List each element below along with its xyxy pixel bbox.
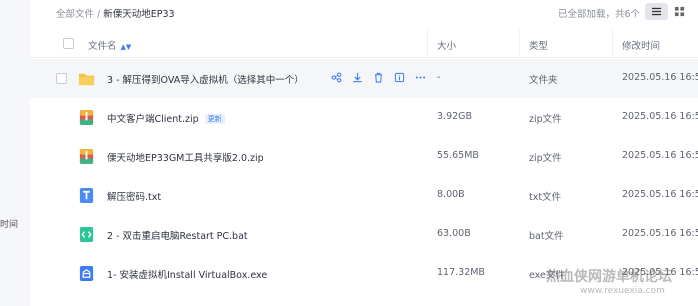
- file-name[interactable]: 解压密码.txt: [107, 189, 161, 203]
- breadcrumb-separator: /: [94, 9, 104, 20]
- view-toggle: [645, 3, 692, 20]
- exe-icon: [79, 265, 94, 282]
- left-sidebar: 时间: [0, 0, 30, 306]
- row-checkbox[interactable]: [56, 73, 67, 84]
- file-modified: 2025.05.16 16:56: [622, 72, 698, 83]
- more-icon: [415, 76, 426, 79]
- more-button[interactable]: [414, 71, 427, 84]
- delete-button[interactable]: [372, 71, 385, 84]
- info-button[interactable]: [393, 71, 406, 84]
- file-size: 63.00B: [437, 228, 471, 239]
- loaded-status: 已全部加载，共6个: [557, 9, 640, 20]
- column-divider: [427, 30, 428, 58]
- file-name[interactable]: 2 - 双击重启电脑Restart PC.bat: [107, 228, 248, 242]
- row-actions: [330, 71, 427, 84]
- file-modified: 2025.05.16 16:50: [622, 189, 698, 200]
- header-modified[interactable]: 修改时间: [622, 38, 660, 52]
- file-size: 8.00B: [437, 189, 465, 200]
- download-button[interactable]: [351, 71, 364, 84]
- download-icon: [353, 72, 362, 83]
- breadcrumb: 全部文件 / 新傈天动地EP33: [56, 6, 175, 20]
- file-name[interactable]: 3 - 解压得到OVA导入虚拟机（选择其中一个）: [107, 72, 304, 86]
- watermark-url: www.rexuexia.com: [580, 286, 665, 296]
- table-row[interactable]: 中文客户端Client.zip 更新 3.92GB zip文件 2025.05.1…: [30, 98, 698, 137]
- table-row[interactable]: 解压密码.txt 8.00B txt文件 2025.05.16 16:50: [30, 176, 698, 215]
- table-row[interactable]: 傈天动地EP33GM工具共享版2.0.zip 55.65MB zip文件 202…: [30, 137, 698, 176]
- file-size: 55.65MB: [437, 150, 479, 161]
- header-name-label: 文件名: [88, 41, 117, 52]
- watermark: 热血侠网游单机论坛: [546, 269, 672, 285]
- select-all-checkbox[interactable]: [63, 38, 74, 49]
- file-modified: 2025.05.16 16:50: [622, 111, 698, 122]
- trash-icon: [374, 72, 383, 83]
- sort-icon[interactable]: ▲▼: [121, 43, 132, 51]
- file-size: 117.32MB: [437, 267, 485, 278]
- file-name[interactable]: 1- 安装虚拟机Install VirtualBox.exe: [107, 267, 267, 281]
- file-size: -: [437, 72, 441, 83]
- table-header: 文件名 ▲▼ 大小 类型 修改时间: [30, 30, 698, 58]
- file-modified: 2025.05.16 16:50: [622, 150, 698, 161]
- sidebar-partial-label: 时间: [0, 220, 19, 230]
- zip-icon: [79, 109, 94, 126]
- column-divider: [612, 30, 613, 58]
- header-size[interactable]: 大小: [437, 38, 456, 52]
- header-name[interactable]: 文件名 ▲▼: [88, 38, 131, 52]
- breadcrumb-root[interactable]: 全部文件: [56, 9, 94, 20]
- update-badge: 更新: [204, 114, 225, 124]
- zip-icon: [79, 148, 94, 165]
- share-button[interactable]: [330, 71, 343, 84]
- grid-view-button[interactable]: [668, 3, 691, 20]
- file-size: 3.92GB: [437, 111, 473, 122]
- table-row[interactable]: 2 - 双击重启电脑Restart PC.bat 63.00B bat文件 20…: [30, 215, 698, 254]
- txt-icon: [79, 187, 94, 204]
- code-file-icon: [79, 226, 94, 243]
- list-icon: [651, 7, 662, 16]
- file-type: bat文件: [529, 231, 564, 242]
- grid-icon: [674, 6, 685, 17]
- file-name-label: 中文客户端Client.zip: [107, 114, 199, 125]
- list-view-button[interactable]: [645, 3, 668, 20]
- breadcrumb-current: 新傈天动地EP33: [103, 9, 175, 20]
- file-type: txt文件: [529, 192, 562, 203]
- file-type: zip文件: [529, 153, 562, 164]
- file-modified: 2025.05.16 16:51: [622, 228, 698, 239]
- info-icon: [394, 72, 405, 83]
- file-type: zip文件: [529, 114, 562, 125]
- table-row[interactable]: 3 - 解压得到OVA导入虚拟机（选择其中一个） - 文件夹 2025.05.1…: [30, 59, 698, 98]
- share-icon: [331, 72, 342, 83]
- header-type[interactable]: 类型: [529, 38, 548, 52]
- file-name[interactable]: 中文客户端Client.zip 更新: [107, 111, 225, 125]
- file-name[interactable]: 傈天动地EP33GM工具共享版2.0.zip: [107, 150, 264, 164]
- folder-icon: [78, 73, 95, 86]
- file-type: 文件夹: [529, 75, 558, 86]
- column-divider: [519, 30, 520, 58]
